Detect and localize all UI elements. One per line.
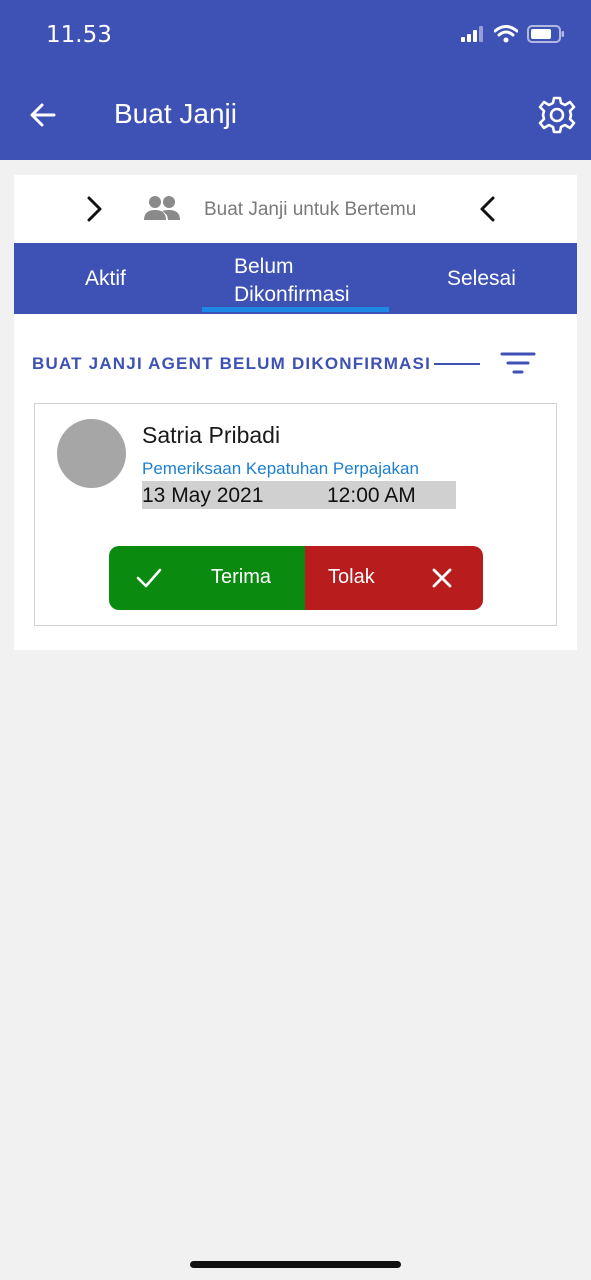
tab-label-line2: Dikonfirmasi (234, 283, 350, 306)
appointment-type-switcher: Buat Janji untuk Bertemu (14, 175, 577, 243)
tab-selesai[interactable]: Selesai (447, 267, 516, 291)
signal-icon (461, 26, 483, 42)
people-icon (144, 196, 180, 220)
tab-indicator (202, 307, 389, 312)
section-title: BUAT JANJI AGENT BELUM DIKONFIRMASI (32, 354, 431, 373)
reject-label: Tolak (328, 566, 375, 588)
tab-bar: Aktif Belum Dikonfirmasi Selesai (14, 243, 577, 314)
service-name: Pemeriksaan Kepatuhan Perpajakan (142, 459, 419, 478)
status-icons (461, 24, 565, 44)
chevron-right-icon[interactable] (84, 192, 106, 226)
appointment-date: 13 May 2021 (142, 484, 264, 507)
status-time: 11.53 (46, 22, 112, 48)
close-icon (432, 568, 452, 588)
app-header: 11.53 Buat Janji (0, 0, 591, 160)
tab-belum-dikonfirmasi[interactable]: Belum Dikonfirmasi (234, 253, 404, 309)
agent-name: Satria Pribadi (142, 422, 281, 448)
battery-icon (527, 25, 564, 43)
accept-button[interactable]: Terima (109, 546, 307, 610)
switcher-label: Buat Janji untuk Bertemu (204, 199, 417, 220)
appointment-list-panel: BUAT JANJI AGENT BELUM DIKONFIRMASI Satr… (14, 314, 577, 650)
appointment-time: 12:00 AM (327, 484, 416, 507)
page-title: Buat Janji (114, 98, 237, 129)
gear-icon[interactable] (537, 95, 577, 135)
appointment-datetime: 13 May 2021 12:00 AM (142, 481, 456, 509)
back-arrow-icon[interactable] (28, 98, 58, 132)
accept-label: Terima (211, 566, 272, 588)
appointment-card: Satria Pribadi Pemeriksaan Kepatuhan Per… (34, 403, 557, 626)
home-indicator (190, 1261, 401, 1268)
reject-button[interactable]: Tolak (305, 546, 483, 610)
chevron-left-icon[interactable] (476, 192, 498, 226)
section-divider (434, 363, 480, 365)
check-icon (136, 568, 162, 588)
tab-label-line1: Belum (234, 255, 294, 278)
avatar (57, 419, 126, 488)
filter-icon[interactable] (500, 350, 536, 378)
wifi-icon (494, 25, 518, 43)
tab-aktif[interactable]: Aktif (85, 267, 126, 291)
